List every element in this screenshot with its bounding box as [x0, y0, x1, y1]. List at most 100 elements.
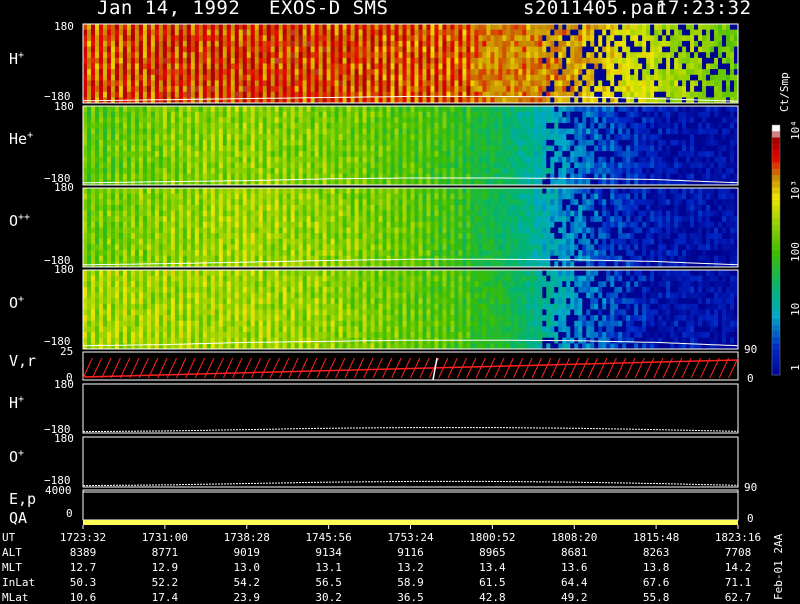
- heatmap-cell: [226, 117, 232, 124]
- heatmap-cell: [666, 57, 671, 64]
- heatmap-cell: [478, 179, 483, 186]
- heatmap-cell: [310, 86, 316, 93]
- heatmap-cell: [102, 238, 108, 245]
- heatmap-cell: [658, 91, 663, 98]
- heatmap-cell: [622, 179, 627, 186]
- heatmap-cell: [418, 74, 423, 81]
- heatmap-cell: [322, 86, 328, 93]
- heatmap-cell: [162, 244, 168, 251]
- heatmap-cell: [222, 145, 228, 152]
- heatmap-cell: [90, 35, 96, 42]
- heatmap-cell: [362, 122, 367, 129]
- heatmap-cell: [126, 139, 132, 146]
- heatmap-cell: [382, 173, 387, 180]
- heatmap-cell: [478, 24, 483, 31]
- heatmap-cell: [486, 179, 491, 186]
- heatmap-cell: [518, 29, 523, 36]
- heatmap-cell: [382, 168, 387, 175]
- heatmap-cell: [262, 24, 268, 31]
- heatmap-cell: [542, 80, 547, 87]
- heatmap-cell: [506, 151, 511, 158]
- heatmap-cell: [550, 106, 555, 113]
- heatmap-cell: [230, 173, 236, 180]
- heatmap-cell: [170, 168, 176, 175]
- heatmap-cell: [278, 117, 284, 124]
- heatmap-cell: [694, 156, 699, 163]
- heatmap-cell: [290, 128, 296, 135]
- heatmap-cell: [478, 162, 483, 169]
- heatmap-cell: [314, 128, 320, 135]
- heatmap-cell: [122, 35, 128, 42]
- heatmap-cell: [446, 63, 451, 70]
- heatmap-cell: [654, 128, 659, 135]
- heatmap-cell: [398, 173, 403, 180]
- heatmap-cell: [402, 57, 407, 64]
- heatmap-cell: [546, 86, 551, 93]
- heatmap-cell: [474, 29, 479, 36]
- heatmap-cell: [606, 151, 611, 158]
- heatmap-cell: [506, 69, 511, 76]
- heatmap-cell: [522, 97, 527, 104]
- heatmap-cell: [182, 74, 188, 81]
- heatmap-cell: [114, 117, 120, 124]
- heatmap-cell: [402, 139, 407, 146]
- heatmap-cell: [458, 106, 463, 113]
- heatmap-cell: [254, 156, 260, 163]
- heatmap-cell: [170, 221, 176, 228]
- heatmap-cell: [218, 168, 224, 175]
- heatmap-cell: [502, 57, 507, 64]
- heatmap-cell: [426, 35, 431, 42]
- heatmap-cell: [462, 134, 467, 141]
- heatmap-cell: [242, 156, 248, 163]
- heatmap-cell: [522, 69, 527, 76]
- heatmap-cell: [250, 69, 256, 76]
- heatmap-cell: [494, 156, 499, 163]
- heatmap-cell: [442, 35, 447, 42]
- heatmap-cell: [522, 106, 527, 113]
- heatmap-cell: [622, 35, 627, 42]
- heatmap-cell: [238, 139, 244, 146]
- heatmap-cell: [518, 168, 523, 175]
- heatmap-cell: [186, 151, 192, 158]
- heatmap-cell: [134, 91, 140, 98]
- heatmap-cell: [218, 151, 224, 158]
- heatmap-cell: [118, 227, 124, 234]
- heatmap-cell: [178, 238, 184, 245]
- heatmap-cell: [274, 40, 280, 47]
- heatmap-cell: [470, 52, 475, 59]
- heatmap-cell: [230, 57, 236, 64]
- heatmap-cell: [494, 106, 499, 113]
- heatmap-cell: [638, 151, 643, 158]
- heatmap-cell: [238, 46, 244, 53]
- heatmap-cell: [98, 106, 104, 113]
- heatmap-cell: [150, 233, 156, 240]
- heatmap-cell: [690, 111, 695, 118]
- heatmap-cell: [290, 145, 296, 152]
- heatmap-cell: [266, 145, 272, 152]
- heatmap-cell: [190, 97, 196, 104]
- heatmap-cell: [90, 139, 96, 146]
- heatmap-cell: [554, 173, 559, 180]
- heatmap-cell: [542, 106, 547, 113]
- heatmap-cell: [650, 117, 655, 124]
- heatmap-cell: [238, 86, 244, 93]
- heatmap-cell: [518, 111, 523, 118]
- heatmap-cell: [130, 233, 136, 240]
- heatmap-cell: [666, 111, 671, 118]
- heatmap-cell: [270, 63, 276, 70]
- heatmap-cell: [142, 111, 148, 118]
- heatmap-cell: [146, 255, 152, 262]
- heatmap-cell: [290, 106, 296, 113]
- heatmap-cell: [598, 91, 603, 98]
- heatmap-cell: [474, 46, 479, 53]
- heatmap-cell: [122, 69, 128, 76]
- heatmap-cell: [626, 106, 631, 113]
- heatmap-cell: [334, 52, 340, 59]
- heatmap-cell: [230, 128, 236, 135]
- heatmap-cell: [446, 117, 451, 124]
- heatmap-cell: [194, 168, 200, 175]
- heatmap-cell: [182, 139, 188, 146]
- heatmap-cell: [470, 156, 475, 163]
- heatmap-cell: [698, 111, 703, 118]
- heatmap-cell: [554, 122, 559, 129]
